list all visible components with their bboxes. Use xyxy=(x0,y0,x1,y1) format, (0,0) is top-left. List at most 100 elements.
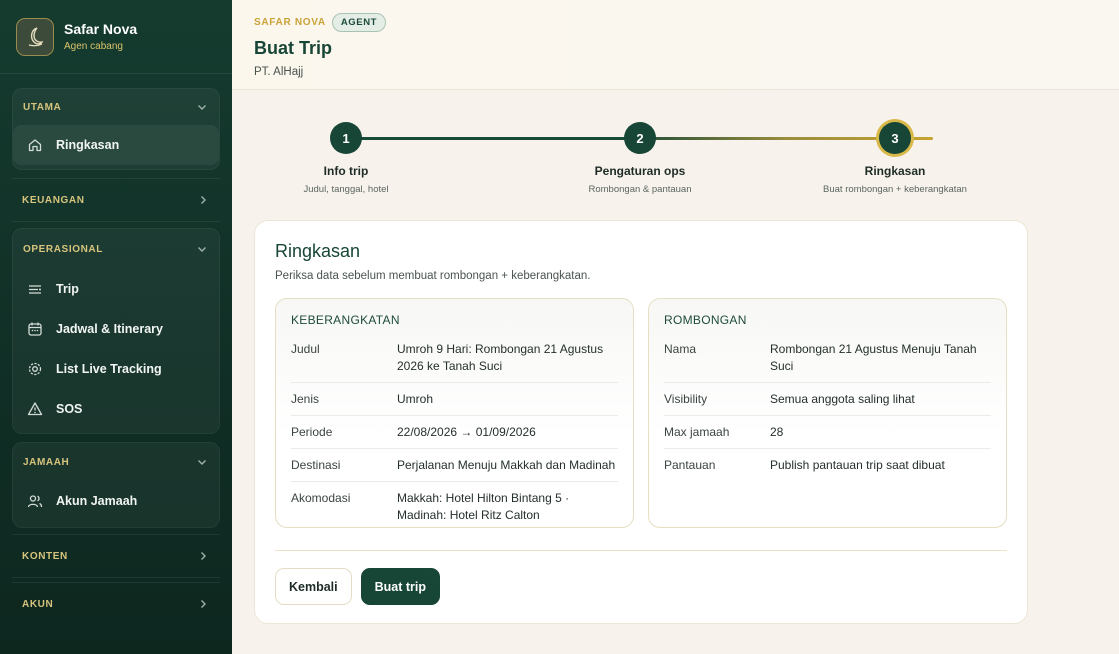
nav-group-label: OPERASIONAL xyxy=(23,243,103,255)
chevron-down-icon xyxy=(198,460,206,465)
step-number: 3 xyxy=(879,122,911,154)
nav-group-keuangan: KEUANGAN xyxy=(12,179,220,221)
detail-value: Makkah: Hotel Hilton Bintang 5 · Madinah… xyxy=(397,491,570,522)
detail-label: Destinasi xyxy=(291,458,341,472)
organization-name: PT. AlHajj xyxy=(254,66,304,78)
list-icon xyxy=(29,285,41,294)
users-icon xyxy=(27,495,43,508)
detail-row: Periode 22/08/2026 → 01/09/2026 xyxy=(291,416,618,449)
sidebar-item-jadwal-itinerary[interactable]: Jadwal & Itinerary xyxy=(13,309,219,349)
nav-group-operasional: OPERASIONAL Trip Jadwal & Itinerary List… xyxy=(12,228,220,434)
summary-subtitle: Periksa data sebelum membuat rombongan +… xyxy=(275,270,591,282)
detail-value: Perjalanan Menuju Makkah dan Madinah xyxy=(397,458,616,472)
step-subtitle: Rombongan & pantauan xyxy=(588,184,692,195)
sidebar-item-label: Jadwal & Itinerary xyxy=(56,322,163,336)
summary-title: Ringkasan xyxy=(275,241,361,261)
detail-label: Akomodasi xyxy=(291,491,351,505)
nav-group-label: JAMAAH xyxy=(23,456,70,468)
step-subtitle: Judul, tanggal, hotel xyxy=(303,184,389,195)
nav-group-konten: KONTEN xyxy=(12,535,220,577)
step-number: 1 xyxy=(330,122,362,154)
nav-group-header-konten[interactable]: KONTEN xyxy=(12,535,220,577)
nav-group-label: KEUANGAN xyxy=(22,194,85,206)
sidebar-item-label: SOS xyxy=(56,402,83,416)
chevron-right-icon xyxy=(201,552,206,560)
detail-value: Rombongan 21 Agustus Menuju Tanah Suci xyxy=(770,342,977,373)
nav-group-label: UTAMA xyxy=(23,101,62,113)
step-ringkasan[interactable]: 3 Ringkasan Buat rombongan + keberangkat… xyxy=(795,122,995,195)
step-title: Ringkasan xyxy=(864,164,926,178)
sidebar-item-trip[interactable]: Trip xyxy=(13,269,219,309)
detail-label: Judul xyxy=(291,342,320,356)
sidebar-item-label: Akun Jamaah xyxy=(56,494,138,508)
nav-group-akun: AKUN xyxy=(12,583,220,625)
nav-group-header-utama[interactable]: UTAMA xyxy=(13,89,219,125)
detail-value: Umroh xyxy=(397,392,434,406)
detail-label: Visibility xyxy=(664,392,708,406)
nav-group-header-akun[interactable]: AKUN xyxy=(12,583,220,625)
nav-group-header-jamaah[interactable]: JAMAAH xyxy=(13,443,219,481)
detail-row: Max jamaah 28 xyxy=(664,416,991,449)
detail-label: Periode xyxy=(291,425,333,439)
warning-icon xyxy=(27,402,43,416)
sidebar-item-label: List Live Tracking xyxy=(56,362,162,376)
brand-subtitle: Agen cabang xyxy=(64,41,123,52)
chevron-right-icon xyxy=(201,196,206,204)
nav-group-label: AKUN xyxy=(22,598,54,610)
detail-row: Destinasi Perjalanan Menuju Makkah dan M… xyxy=(291,449,618,482)
page-title: Buat Trip xyxy=(254,38,333,58)
sidebar-item-label: Ringkasan xyxy=(56,138,120,152)
sidebar-item-ringkasan[interactable]: Ringkasan xyxy=(13,125,219,165)
detail-row: Akomodasi Makkah: Hotel Hilton Bintang 5… xyxy=(291,482,618,531)
page-kicker: SAFAR NOVA xyxy=(254,17,326,28)
wizard-stepper: 1 Info trip Judul, tanggal, hotel 2 Peng… xyxy=(254,122,1050,202)
crescent-logo-icon xyxy=(28,26,44,46)
summary-card: Ringkasan Periksa data sebelum membuat r… xyxy=(254,220,1028,624)
detail-value: Semua anggota saling lihat xyxy=(770,392,915,406)
chevron-down-icon xyxy=(198,105,206,110)
gear-icon xyxy=(28,362,42,376)
detail-label: Jenis xyxy=(291,392,320,406)
chevron-down-icon xyxy=(198,247,206,252)
sidebar-item-list-live-tracking[interactable]: List Live Tracking xyxy=(13,349,219,389)
brand-name: Safar Nova xyxy=(64,21,138,37)
step-subtitle: Buat rombongan + keberangkatan xyxy=(823,184,967,195)
detail-value: 22/08/2026 → 01/09/2026 xyxy=(397,425,536,439)
detail-value: Publish pantauan trip saat dibuat xyxy=(770,458,945,472)
divider xyxy=(275,550,1007,551)
sidebar-item-akun-jamaah[interactable]: Akun Jamaah xyxy=(13,481,219,521)
panel-heading: KEBERANGKATAN xyxy=(291,313,400,327)
group-panel: ROMBONGAN Nama Rombongan 21 Agustus Menu… xyxy=(648,298,1007,528)
detail-row: Nama Rombongan 21 Agustus Menuju Tanah S… xyxy=(664,333,991,383)
step-title: Pengaturan ops xyxy=(594,164,686,178)
detail-value: Umroh 9 Hari: Rombongan 21 Agustus 2026 … xyxy=(397,342,604,373)
detail-row: Jenis Umroh xyxy=(291,383,618,416)
back-button[interactable]: Kembali xyxy=(275,568,352,605)
nav-group-jamaah: JAMAAH Akun Jamaah xyxy=(12,442,220,528)
page-header: SAFAR NOVA AGENT Buat Trip PT. AlHajj xyxy=(232,0,1119,90)
create-trip-button[interactable]: Buat trip xyxy=(360,568,441,605)
panel-heading: ROMBONGAN xyxy=(664,313,747,327)
departure-panel: KEBERANGKATAN Judul Umroh 9 Hari: Rombon… xyxy=(275,298,634,528)
main-content: SAFAR NOVA AGENT Buat Trip PT. AlHajj 1 … xyxy=(232,0,1119,654)
role-badge: AGENT xyxy=(331,13,387,32)
detail-row: Judul Umroh 9 Hari: Rombongan 21 Agustus… xyxy=(291,333,618,383)
sidebar-item-sos[interactable]: SOS xyxy=(13,389,219,429)
nav-group-header-operasional[interactable]: OPERASIONAL xyxy=(13,229,219,269)
step-title: Info trip xyxy=(323,164,369,178)
detail-label: Pantauan xyxy=(664,458,716,472)
calendar-icon xyxy=(28,322,42,336)
nav-group-label: KONTEN xyxy=(22,550,68,562)
form-actions: Kembali Buat trip xyxy=(275,568,1007,605)
sidebar-item-label: Trip xyxy=(56,282,79,296)
step-pengaturan-ops[interactable]: 2 Pengaturan ops Rombongan & pantauan xyxy=(540,122,740,195)
detail-row: Pantauan Publish pantauan trip saat dibu… xyxy=(664,449,991,481)
detail-value: 28 xyxy=(770,425,784,439)
nav-group-header-keuangan[interactable]: KEUANGAN xyxy=(12,179,220,221)
detail-label: Max jamaah xyxy=(664,425,730,439)
brand[interactable]: Safar Nova Agen cabang xyxy=(0,0,232,74)
nav-group-utama: UTAMA Ringkasan xyxy=(12,88,220,170)
step-info-trip[interactable]: 1 Info trip Judul, tanggal, hotel xyxy=(246,122,446,195)
detail-label: Nama xyxy=(664,342,697,356)
brand-logo xyxy=(16,17,54,56)
